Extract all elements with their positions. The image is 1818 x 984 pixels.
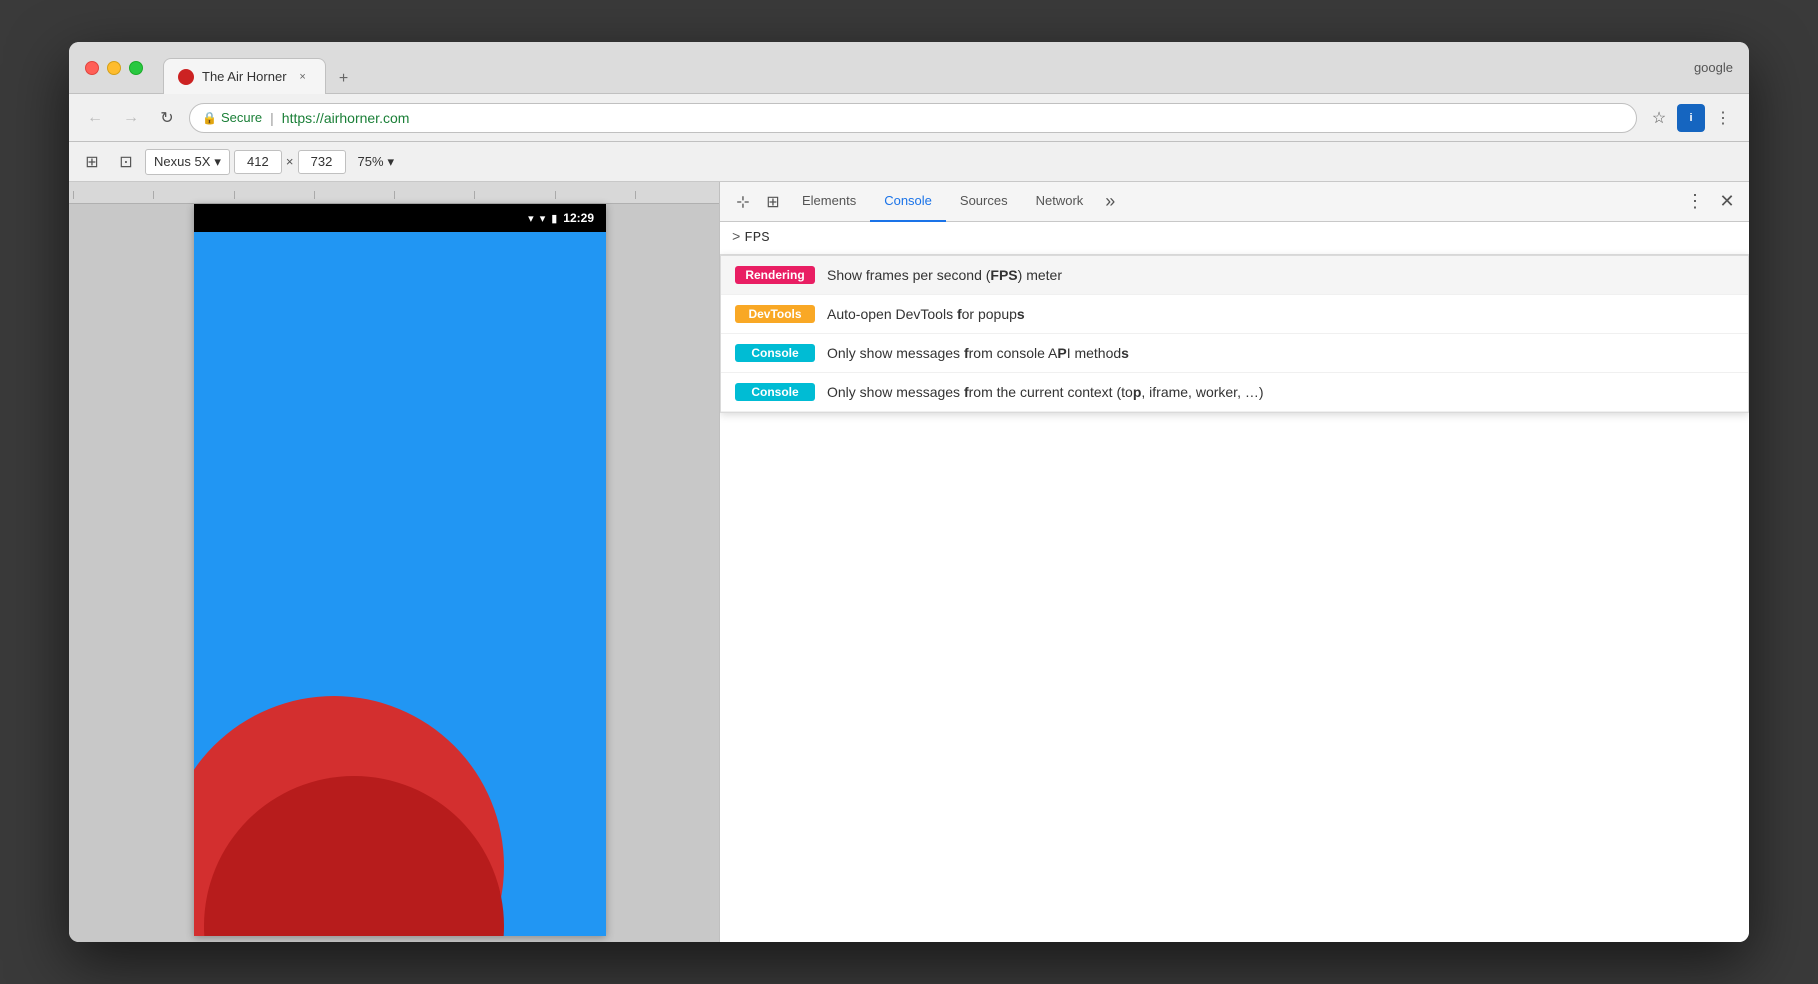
url-text: https://airhorner.com	[282, 110, 410, 126]
device-mode-toggle[interactable]: ⊞	[77, 147, 107, 177]
main-content: ▾ ▾ ▮ 12:29 ⊹ ⊞ Elements	[69, 182, 1749, 942]
phone-status-bar: ▾ ▾ ▮ 12:29	[194, 204, 606, 232]
autocomplete-item-rendering[interactable]: Rendering Show frames per second (FPS) m…	[721, 256, 1748, 295]
autocomplete-text-console-2: Only show messages from the current cont…	[827, 384, 1264, 400]
phone-content	[194, 232, 606, 936]
omnibox-right: ☆ i ⋮	[1645, 104, 1737, 132]
tab-title: The Air Horner	[202, 69, 287, 84]
badge-rendering: Rendering	[735, 266, 815, 284]
traffic-lights	[85, 61, 143, 75]
tab-close-button[interactable]: ×	[295, 69, 311, 85]
wifi-icon: ▾	[528, 212, 534, 225]
omnibox[interactable]: 🔒 Secure | https://airhorner.com	[189, 103, 1637, 133]
devtools-tab-bar: ⊹ ⊞ Elements Console Sources Network » ⋮	[720, 182, 1749, 222]
autocomplete-text-devtools: Auto-open DevTools for popups	[827, 306, 1025, 322]
ruler-tick	[635, 191, 715, 199]
ruler-tick	[73, 191, 153, 199]
tab-elements[interactable]: Elements	[788, 182, 870, 222]
browser-tab-airhorner[interactable]: The Air Horner ×	[163, 58, 326, 94]
ruler-tick	[394, 191, 474, 199]
device-selector[interactable]: Nexus 5X ▾	[145, 149, 230, 175]
ruler-top	[69, 182, 719, 204]
ruler-marks	[69, 191, 719, 203]
devtools-toolbar-bar: ⊞ ⊡ Nexus 5X ▾ × 75% ▾	[69, 142, 1749, 182]
maximize-traffic-light[interactable]	[129, 61, 143, 75]
tab-console[interactable]: Console	[870, 182, 946, 222]
autocomplete-text-rendering: Show frames per second (FPS) meter	[827, 267, 1062, 283]
device-dropdown-icon: ▾	[214, 154, 221, 170]
height-input[interactable]	[298, 150, 346, 174]
signal-icon: ▾	[540, 212, 546, 225]
more-tabs-button[interactable]: »	[1097, 182, 1123, 222]
ruler-tick	[314, 191, 394, 199]
inspect-element-icon[interactable]: ⊹	[728, 187, 758, 217]
tab-sources[interactable]: Sources	[946, 182, 1022, 222]
dimension-separator: ×	[286, 154, 294, 169]
devtools-toolbar-right: ⋮ ✕	[1681, 188, 1741, 216]
minimize-traffic-light[interactable]	[107, 61, 121, 75]
google-account-label: google	[1694, 60, 1733, 75]
refresh-button[interactable]: ↻	[153, 104, 181, 132]
title-bar: The Air Horner × + google	[69, 42, 1749, 94]
new-tab-button[interactable]: +	[330, 65, 358, 93]
devtools-settings-button[interactable]: ⋮	[1681, 188, 1709, 216]
device-name: Nexus 5X	[154, 154, 210, 169]
forward-button[interactable]: →	[117, 104, 145, 132]
extension-icon[interactable]: i	[1677, 104, 1705, 132]
ruler-tick	[555, 191, 635, 199]
autocomplete-item-console-2[interactable]: Console Only show messages from the curr…	[721, 373, 1748, 412]
element-selector-toggle[interactable]: ⊡	[111, 147, 141, 177]
bookmark-button[interactable]: ☆	[1645, 104, 1673, 132]
console-prompt: >	[732, 230, 740, 246]
lock-icon: 🔒	[202, 111, 217, 125]
chrome-menu-button[interactable]: ⋮	[1709, 104, 1737, 132]
ruler-tick	[474, 191, 554, 199]
console-input[interactable]	[744, 230, 1737, 246]
tab-favicon	[178, 69, 194, 85]
badge-console-2: Console	[735, 383, 815, 401]
autocomplete-list: Rendering Show frames per second (FPS) m…	[720, 255, 1749, 413]
badge-console-1: Console	[735, 344, 815, 362]
console-input-row: >	[720, 222, 1749, 255]
zoom-dropdown-icon: ▾	[388, 154, 395, 170]
zoom-value: 75%	[358, 154, 384, 169]
tab-strip: The Air Horner × +	[163, 42, 1682, 93]
console-content: > Rendering Show frames per second (FPS)…	[720, 222, 1749, 942]
width-input[interactable]	[234, 150, 282, 174]
device-toolbar-icon[interactable]: ⊞	[758, 187, 788, 217]
autocomplete-item-devtools[interactable]: DevTools Auto-open DevTools for popups	[721, 295, 1748, 334]
back-button[interactable]: ←	[81, 104, 109, 132]
zoom-selector[interactable]: 75% ▾	[350, 150, 403, 174]
browser-window: The Air Horner × + google ← → ↻ 🔒 Secure…	[69, 42, 1749, 942]
ruler-tick	[234, 191, 314, 199]
status-time: 12:29	[563, 211, 594, 225]
secure-badge: 🔒 Secure	[202, 110, 262, 125]
phone-preview-area: ▾ ▾ ▮ 12:29	[69, 182, 719, 942]
ruler-tick	[153, 191, 233, 199]
devtools-close-button[interactable]: ✕	[1713, 188, 1741, 216]
autocomplete-item-console-1[interactable]: Console Only show messages from console …	[721, 334, 1748, 373]
omnibox-bar: ← → ↻ 🔒 Secure | https://airhorner.com ☆…	[69, 94, 1749, 142]
badge-devtools: DevTools	[735, 305, 815, 323]
close-traffic-light[interactable]	[85, 61, 99, 75]
autocomplete-text-console-1: Only show messages from console API meth…	[827, 345, 1129, 361]
devtools-panel: ⊹ ⊞ Elements Console Sources Network » ⋮	[719, 182, 1749, 942]
phone-screen: ▾ ▾ ▮ 12:29	[194, 204, 606, 936]
secure-label: Secure	[221, 110, 262, 125]
battery-icon: ▮	[551, 212, 557, 225]
tab-network[interactable]: Network	[1022, 182, 1098, 222]
